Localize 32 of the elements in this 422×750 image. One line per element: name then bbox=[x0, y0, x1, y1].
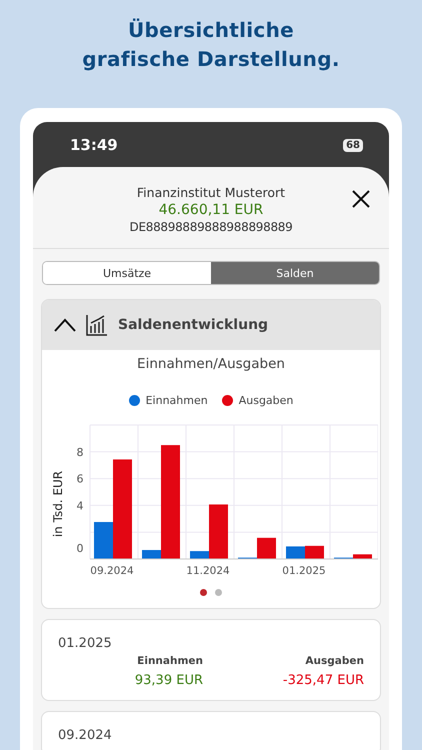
legend-label: Ausgaben bbox=[238, 394, 294, 407]
axis-tick-label: 8 bbox=[76, 446, 84, 459]
account-balance: 46.660,11 EUR bbox=[158, 202, 264, 218]
axis-tick-label: 09.2024 bbox=[90, 565, 134, 577]
headline: Übersichtliche grafische Darstellung. bbox=[81, 17, 341, 73]
axis-tick-label: 0 bbox=[76, 542, 84, 555]
axis-tick-label: 4 bbox=[76, 499, 84, 512]
legend-label: Einnahmen bbox=[146, 394, 208, 407]
close-icon[interactable] bbox=[351, 189, 371, 209]
bar bbox=[286, 546, 305, 559]
expense-label: Ausgaben bbox=[304, 655, 364, 667]
income-label: Einnahmen bbox=[136, 655, 204, 667]
page-dot[interactable] bbox=[215, 589, 222, 596]
iban: DE88898889888988898889 bbox=[128, 220, 294, 234]
income-amount: 93,39 EUR bbox=[134, 673, 204, 688]
month-date: 01.2025 bbox=[58, 636, 113, 651]
battery-indicator: 68 bbox=[343, 138, 363, 152]
chart-title: Einnahmen/Ausgaben bbox=[136, 356, 286, 372]
axis-label: in Tsd. EUR bbox=[51, 470, 65, 538]
month-date: 09.2024 bbox=[58, 728, 113, 743]
tab[interactable]: Salden bbox=[211, 262, 379, 284]
panel-title: Saldenentwicklung bbox=[118, 317, 268, 333]
bar-chart-icon bbox=[86, 314, 108, 336]
axis-tick-label: 01.2025 bbox=[282, 565, 326, 577]
bank-name: Finanzinstitut Musterort bbox=[136, 185, 286, 200]
axis-tick-label: 6 bbox=[76, 472, 84, 486]
page-dot[interactable] bbox=[200, 589, 207, 596]
status-time: 13:49 bbox=[70, 136, 118, 154]
expense-amount: -325,47 EUR bbox=[282, 673, 364, 688]
chevron-up-icon[interactable] bbox=[54, 318, 76, 332]
axis-tick-label: 11.2024 bbox=[186, 565, 230, 577]
bar bbox=[305, 546, 324, 559]
